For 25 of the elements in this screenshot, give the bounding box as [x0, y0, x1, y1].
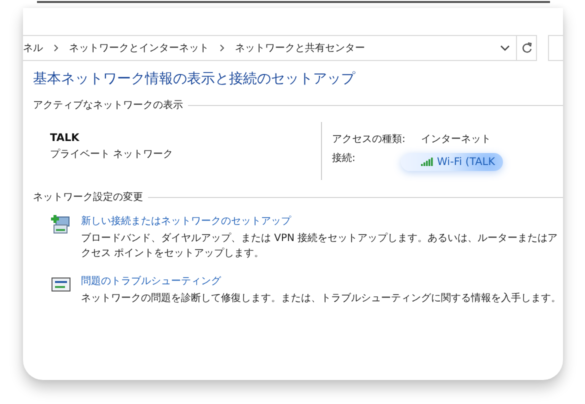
breadcrumb-item[interactable]: ネル: [23, 41, 43, 55]
search-field[interactable]: [548, 35, 563, 61]
task-link[interactable]: 新しい接続またはネットワークのセットアップ: [81, 214, 561, 228]
address-bar[interactable]: ネル ネットワークとインターネット ネットワークと共有センター: [23, 35, 517, 61]
task-description: ネットワークの問題を診断して修復します。または、トラブルシューティングに関する情報を入手します。: [81, 292, 561, 306]
task-link[interactable]: 問題のトラブルシューティング: [81, 274, 561, 288]
chevron-down-icon[interactable]: [500, 44, 510, 52]
connection-label: 接続:: [332, 152, 356, 166]
access-type-label: アクセスの種類:: [332, 132, 406, 146]
refresh-button[interactable]: [517, 35, 538, 61]
page-title: 基本ネットワーク情報の表示と接続のセットアップ: [33, 70, 356, 88]
connection-link[interactable]: Wi-Fi (TALK: [401, 152, 504, 170]
signal-bars-icon: [421, 157, 434, 166]
section-heading: アクティブなネットワークの表示: [33, 98, 183, 112]
network-name: TALK: [50, 132, 80, 144]
section-heading: ネットワーク設定の変更: [33, 190, 143, 204]
chevron-right-icon: [52, 44, 60, 52]
chevron-right-icon: [218, 44, 226, 52]
refresh-icon: [520, 42, 533, 54]
breadcrumb-item[interactable]: ネットワークと共有センター: [235, 41, 365, 55]
network-add-icon: [50, 214, 72, 236]
breadcrumb-item[interactable]: ネットワークとインターネット: [69, 41, 209, 55]
network-type: プライベート ネットワーク: [50, 148, 174, 161]
access-type-value: インターネット: [421, 133, 492, 146]
task-description: ブロードバンド、ダイヤルアップ、または VPN 接続をセットアップします。あるいは、ルーターまたはアクセス ポイントをセットアップします。: [81, 232, 559, 260]
